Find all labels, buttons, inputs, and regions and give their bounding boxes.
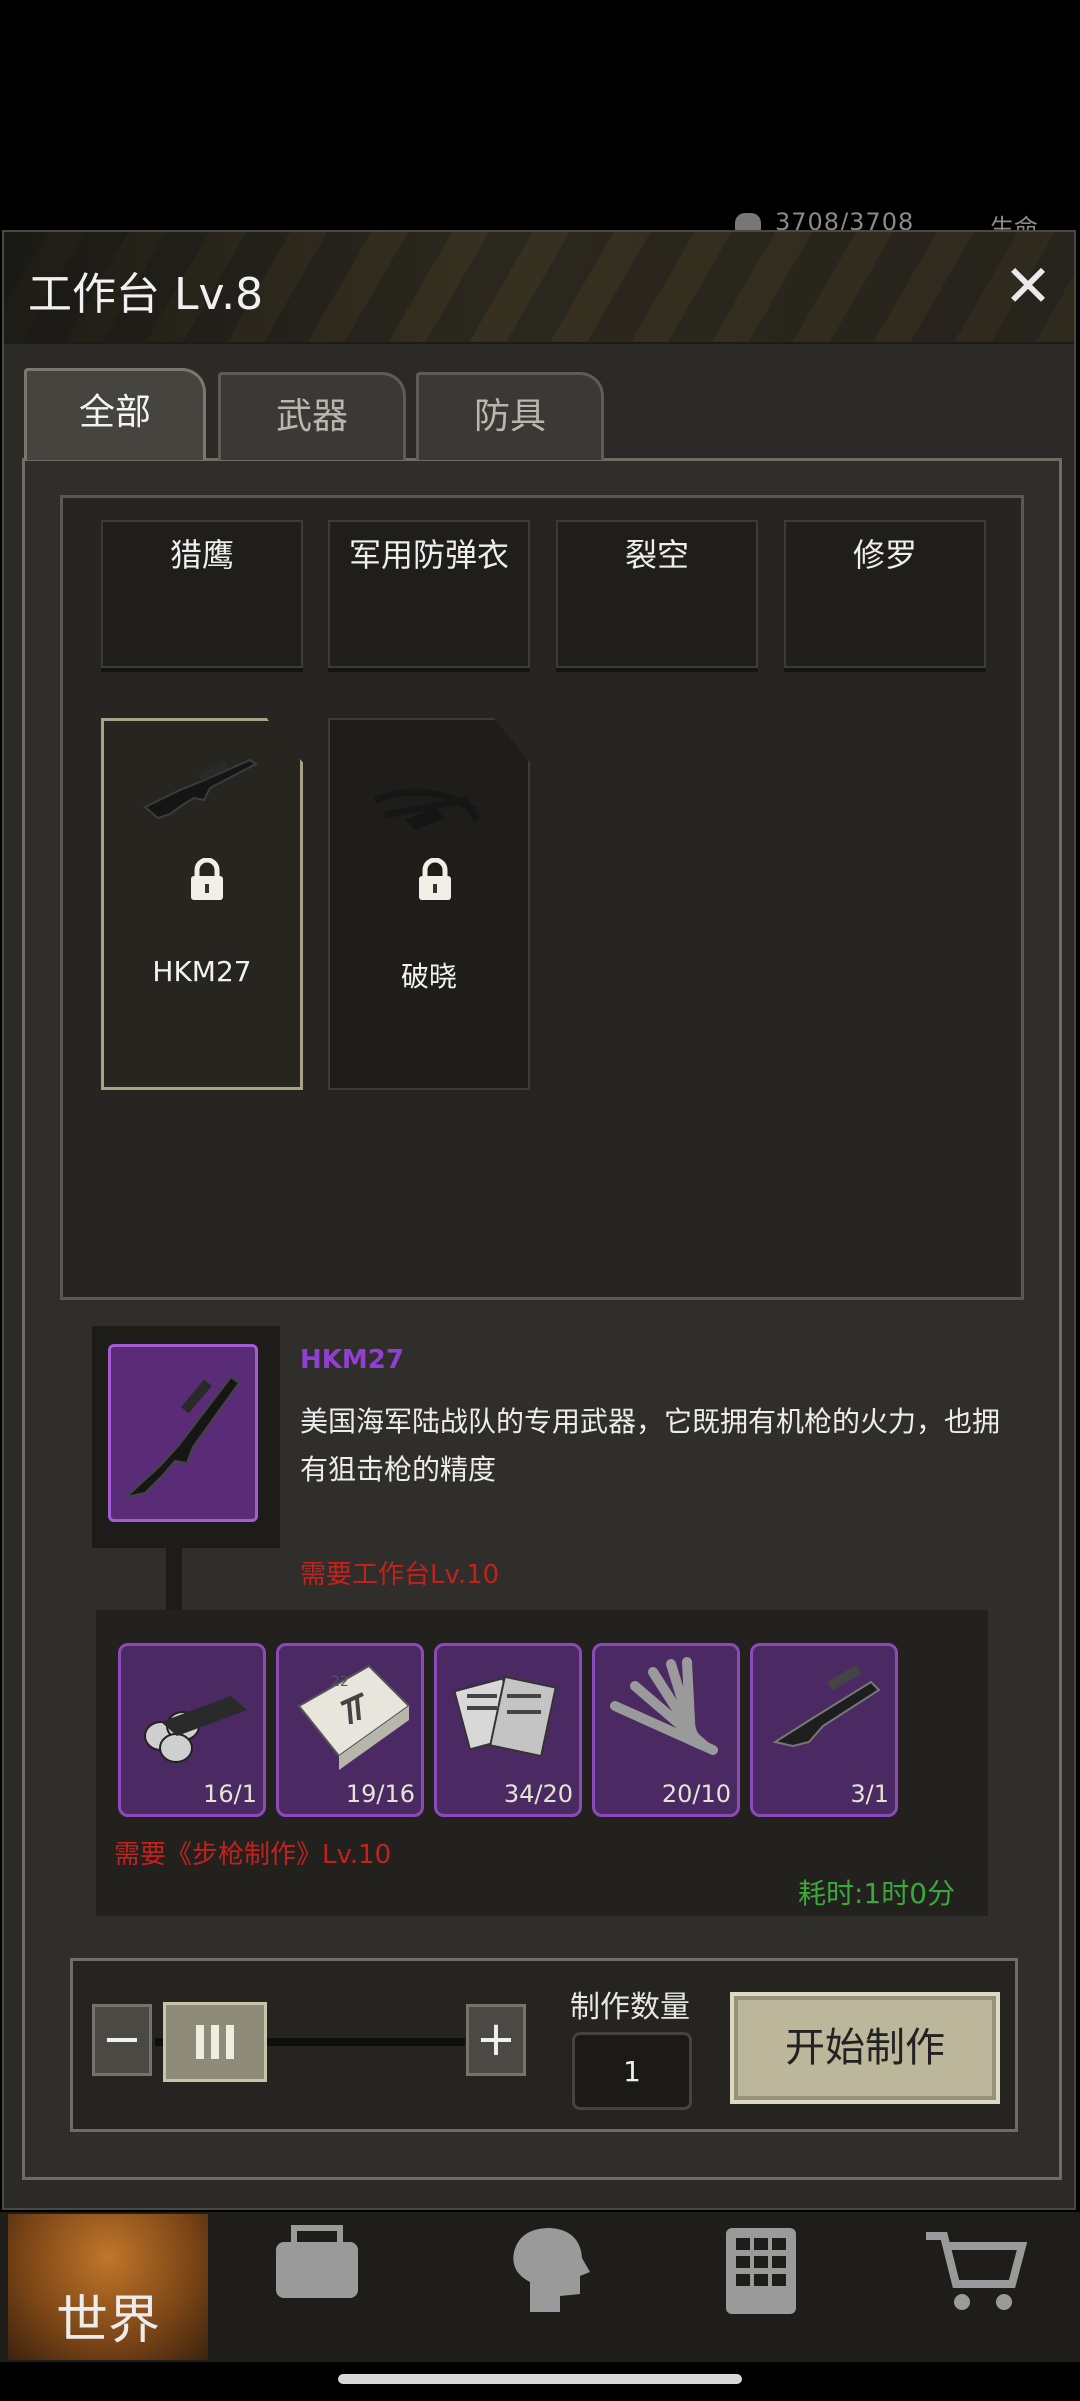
recipe-name: 破晓 (400, 960, 457, 993)
tab-weapons[interactable]: 武器 (218, 372, 406, 460)
workbench-requirement: 需要工作台Lv.10 (300, 1560, 500, 1590)
skill-requirement: 需要《步枪制作》Lv.10 (114, 1840, 392, 1870)
lock-icon (191, 858, 223, 900)
detail-name: HKM27 (300, 1345, 404, 1375)
pipes-icon (144, 1696, 247, 1763)
recipe-card[interactable]: 猎鹰 (101, 520, 303, 668)
assault-rifle-icon (122, 1375, 241, 1499)
material-slot[interactable]: 22 19/16 (276, 1643, 424, 1817)
recipe-name: HKM27 (152, 955, 252, 988)
machine-parts-icon (453, 1675, 557, 1758)
recipe-card[interactable]: 裂空 (556, 520, 758, 668)
tab-armor[interactable]: 防具 (416, 372, 604, 460)
craft-time: 耗时:1时0分 (798, 1877, 956, 1910)
decrease-button[interactable]: − (92, 2004, 152, 2076)
skills-head-icon[interactable] (490, 2222, 600, 2318)
lock-icon (419, 858, 451, 900)
shop-cart-icon[interactable] (920, 2222, 1030, 2318)
quantity-label: 制作数量 (570, 1990, 690, 2025)
panel-title: 工作台 Lv.8 (28, 269, 264, 320)
quantity-slider-handle[interactable] (163, 2002, 267, 2082)
detail-weapon-icon (108, 1344, 258, 1522)
workbench-grid-icon[interactable] (708, 2222, 818, 2318)
metal-bars-icon (610, 1657, 718, 1755)
metal-block-icon: 22 (297, 1664, 411, 1770)
svg-text:22: 22 (331, 1674, 349, 1690)
increase-button[interactable]: + (466, 2004, 526, 2076)
backpack-icon[interactable] (262, 2222, 372, 2318)
material-slot[interactable]: 20/10 (592, 1643, 740, 1817)
close-icon[interactable]: ✕ (1000, 257, 1056, 315)
material-slot[interactable]: 16/1 (118, 1643, 266, 1817)
crossbow-icon (373, 788, 481, 830)
material-slot[interactable]: 34/20 (434, 1643, 582, 1817)
recipe-card[interactable]: 修罗 (784, 520, 986, 668)
material-slot[interactable]: 3/1 (750, 1643, 898, 1817)
home-indicator[interactable] (338, 2374, 742, 2384)
recipe-card-pohxiao[interactable] (328, 718, 530, 1090)
assault-rifle-icon (143, 758, 258, 820)
nav-world-label: 世界 (56, 2291, 161, 2351)
recipe-card[interactable]: 军用防弹衣 (328, 520, 530, 668)
tab-all[interactable]: 全部 (24, 368, 206, 460)
start-craft-button[interactable]: 开始制作 (730, 1992, 1000, 2104)
rifle-part-icon (772, 1665, 881, 1748)
quantity-field[interactable]: 1 (572, 2032, 692, 2110)
grip-icon (196, 2025, 234, 2059)
detail-description: 美国海军陆战队的专用武器，它既拥有机枪的火力，也拥有狙击枪的精度 (300, 1405, 1001, 1486)
